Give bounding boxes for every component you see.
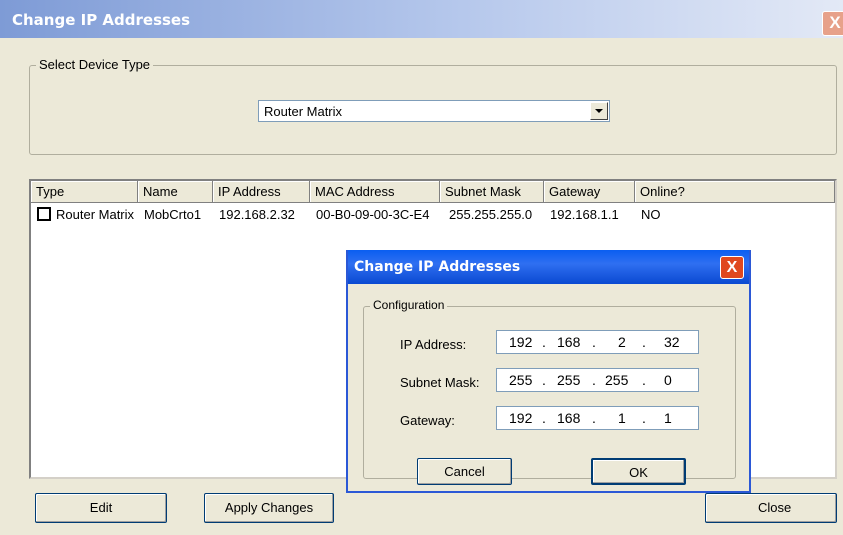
window-title: Change IP Addresses — [12, 11, 191, 29]
apply-changes-button[interactable]: Apply Changes — [204, 493, 334, 523]
cell-type: Router Matrix — [56, 207, 135, 222]
dialog-title: Change IP Addresses — [354, 259, 521, 275]
change-ip-dialog: Change IP Addresses X Configuration IP A… — [346, 250, 751, 493]
ip-octet-3: 2 — [618, 334, 626, 350]
cancel-button[interactable]: Cancel — [417, 458, 512, 485]
table-row[interactable]: Router Matrix MobCrto1 192.168.2.32 00-B… — [31, 203, 835, 225]
main-close-button[interactable]: X — [822, 11, 843, 36]
dialog-title-bar: Change IP Addresses X — [348, 250, 749, 284]
device-type-legend: Select Device Type — [36, 57, 154, 72]
ip-octet-1: 192 — [509, 334, 533, 350]
configuration-legend: Configuration — [370, 298, 448, 312]
device-type-value: Router Matrix — [264, 104, 343, 119]
ok-button[interactable]: OK — [591, 458, 686, 485]
col-subnet-mask[interactable]: Subnet Mask — [440, 181, 544, 203]
list-header: Type Name IP Address MAC Address Subnet … — [31, 181, 835, 203]
col-ip-address[interactable]: IP Address — [213, 181, 310, 203]
col-name[interactable]: Name — [138, 181, 213, 203]
col-type[interactable]: Type — [31, 181, 138, 203]
cell-online: NO — [641, 207, 661, 222]
row-checkbox[interactable] — [37, 207, 51, 221]
gateway-octet-3: 1 — [618, 410, 626, 426]
chevron-down-icon[interactable] — [590, 102, 608, 120]
dialog-close-button[interactable]: X — [720, 256, 744, 279]
gateway-label: Gateway: — [400, 413, 455, 428]
ip-address-label: IP Address: — [400, 337, 467, 352]
ip-octet-2: 168 — [557, 334, 581, 350]
subnet-octet-1: 255 — [509, 372, 533, 388]
ip-address-field[interactable]: 192 . 168 . 2 . 32 — [496, 330, 699, 354]
cell-gateway: 192.168.1.1 — [550, 207, 619, 222]
cell-ip: 192.168.2.32 — [219, 207, 295, 222]
col-online[interactable]: Online? — [635, 181, 835, 203]
close-button[interactable]: Close — [705, 493, 837, 523]
subnet-octet-2: 255 — [557, 372, 581, 388]
subnet-mask-label: Subnet Mask: — [400, 375, 480, 390]
gateway-field[interactable]: 192 . 168 . 1 . 1 — [496, 406, 699, 430]
subnet-octet-4: 0 — [664, 372, 672, 388]
gateway-octet-4: 1 — [664, 410, 672, 426]
cell-mac: 00-B0-09-00-3C-E4 — [316, 207, 430, 222]
ip-octet-4: 32 — [664, 334, 680, 350]
subnet-octet-3: 255 — [605, 372, 629, 388]
col-gateway[interactable]: Gateway — [544, 181, 635, 203]
col-mac-address[interactable]: MAC Address — [310, 181, 440, 203]
edit-button[interactable]: Edit — [35, 493, 167, 523]
subnet-mask-field[interactable]: 255 . 255 . 255 . 0 — [496, 368, 699, 392]
main-title-bar: Change IP Addresses — [0, 0, 843, 38]
gateway-octet-2: 168 — [557, 410, 581, 426]
device-type-select[interactable]: Router Matrix — [258, 100, 610, 122]
cell-subnet: 255.255.255.0 — [449, 207, 533, 222]
cell-name: MobCrto1 — [144, 207, 202, 222]
gateway-octet-1: 192 — [509, 410, 533, 426]
